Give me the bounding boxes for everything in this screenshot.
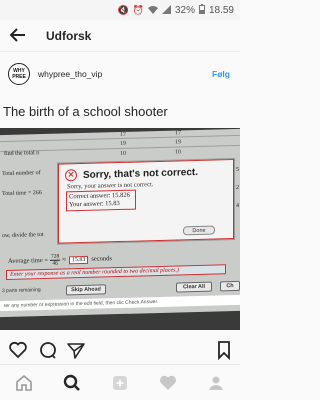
- grid-number: 19: [120, 140, 126, 147]
- home-icon[interactable]: [14, 373, 34, 393]
- avatar-text-line2: PREE: [12, 74, 26, 80]
- post-header: WHY PREE whypree_tho_vip Følg: [0, 58, 240, 90]
- average-label: Average time =: [8, 256, 48, 265]
- background-text: Total number of: [2, 170, 41, 178]
- grid-number: 10: [175, 149, 181, 156]
- clear-all-button[interactable]: Clear All: [176, 281, 212, 293]
- alarm-icon: ⏰: [132, 4, 144, 15]
- share-icon[interactable]: [66, 340, 86, 360]
- background-text: 5: [236, 166, 239, 173]
- grid-number: 19: [175, 139, 181, 146]
- background-text: 4: [236, 202, 239, 209]
- background-text: 2: [236, 184, 239, 191]
- heart-icon[interactable]: [8, 340, 28, 360]
- fraction-denominator: 46: [52, 260, 58, 267]
- search-icon[interactable]: [62, 373, 82, 393]
- error-dialog: ✕ Sorry, that's not correct. Sorry, your…: [58, 159, 234, 244]
- answer-input[interactable]: 15.83: [68, 255, 89, 264]
- back-arrow-icon[interactable]: [9, 27, 34, 45]
- avatar[interactable]: WHY PREE: [8, 63, 30, 85]
- page-title: Udforsk: [46, 28, 92, 43]
- parts-remaining: 3 parts remaining: [2, 287, 41, 295]
- battery-icon: [198, 4, 205, 16]
- grid-number: 17: [120, 131, 126, 138]
- comment-icon[interactable]: [38, 340, 58, 360]
- post-actions: [0, 340, 240, 362]
- error-x-icon: ✕: [65, 169, 77, 182]
- battery-percent: 32%: [174, 4, 195, 16]
- dialog-title: Sorry, that's not correct.: [83, 166, 198, 181]
- answers-box: Correct answer: 15.826 Your answer: 15.8…: [66, 189, 136, 212]
- background-text: Total time = 266: [2, 190, 42, 198]
- post-photo[interactable]: 17 17 19 19 10 10 find the total n Total…: [0, 128, 240, 330]
- activity-heart-icon[interactable]: [158, 373, 178, 393]
- average-row: Average time = 728 46 ≈ 15.83 seconds: [8, 252, 112, 268]
- profile-icon[interactable]: [206, 373, 226, 393]
- mute-icon: 🔇: [117, 4, 129, 15]
- your-answer: Your answer: 15.83: [69, 200, 120, 209]
- signal-icon: [161, 4, 171, 16]
- grid-number: 10: [120, 150, 126, 157]
- photographed-screen: 17 17 19 19 10 10 find the total n Total…: [0, 128, 240, 318]
- background-text: find the total n: [4, 150, 40, 158]
- status-bar: 🔇 ⏰ 32% 18.59: [0, 0, 240, 20]
- wifi-icon: [147, 5, 158, 16]
- done-button[interactable]: Done: [183, 225, 215, 236]
- bottom-navigation: [0, 364, 240, 400]
- background-text: ow, divide the tot: [2, 232, 44, 240]
- unit-label: seconds: [91, 255, 112, 263]
- skip-ahead-button[interactable]: Skip Ahead: [66, 284, 106, 296]
- post-caption-title: The birth of a school shooter: [3, 104, 168, 119]
- clock-time: 18.59: [208, 4, 234, 16]
- fraction: 728 46: [50, 253, 61, 267]
- approx-sign: ≈: [62, 256, 66, 264]
- bookmark-icon[interactable]: [214, 340, 234, 361]
- username-link[interactable]: whypree_tho_vip: [38, 69, 212, 79]
- new-post-icon[interactable]: [110, 373, 130, 393]
- app-bar: Udforsk: [0, 20, 240, 52]
- check-answer-button[interactable]: Ch: [220, 280, 240, 292]
- follow-button[interactable]: Følg: [212, 69, 230, 79]
- grid-number: 17: [175, 130, 181, 137]
